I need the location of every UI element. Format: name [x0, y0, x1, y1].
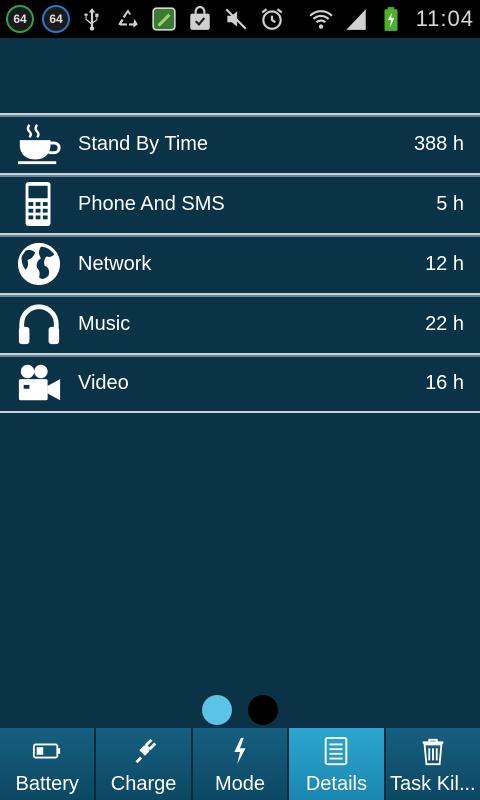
item-label: Network [78, 252, 152, 275]
headphones-icon [16, 301, 62, 347]
clock-time: 11:04 [415, 6, 474, 31]
notification-icons: 64 64 [6, 5, 286, 33]
tab-charge[interactable]: Charge [96, 728, 193, 800]
shopping-bag-icon [186, 5, 214, 33]
status-bar: 64 64 11:04 [0, 0, 480, 38]
item-label: Phone And SMS [78, 192, 225, 215]
list-item-video[interactable]: Video 16 h [0, 353, 480, 413]
item-value: 22 h [425, 312, 464, 335]
video-camera-icon [16, 360, 62, 406]
item-value: 16 h [425, 371, 464, 394]
globe-icon [16, 241, 62, 287]
usb-icon [78, 5, 106, 33]
recycle-icon [114, 5, 142, 33]
item-value: 12 h [425, 252, 464, 275]
tab-label: Battery [15, 773, 79, 795]
lightning-icon [223, 734, 257, 768]
tab-mode[interactable]: Mode [192, 728, 290, 800]
coffee-cup-icon [16, 121, 62, 167]
wifi-icon [307, 5, 335, 33]
badge-icon: 64 [42, 5, 70, 33]
tab-task-killer[interactable]: Task Kil... [385, 728, 480, 800]
item-value: 388 h [413, 132, 464, 155]
alarm-icon [258, 5, 286, 33]
list-item-network[interactable]: Network 12 h [0, 233, 480, 293]
trash-icon [416, 734, 450, 768]
bottom-tab-bar: Battery Charge Mode Details Task Kil... [0, 728, 480, 800]
item-label: Music [78, 312, 131, 335]
page-dot-active[interactable] [202, 695, 232, 725]
tab-label: Task Kil... [390, 773, 476, 795]
document-icon [319, 734, 353, 768]
phone-icon [16, 181, 62, 227]
plug-icon [127, 734, 161, 768]
system-icons: 11:04 [307, 5, 474, 33]
battery-charging-icon [377, 5, 405, 33]
list-item-music[interactable]: Music 22 h [0, 293, 480, 353]
tab-details[interactable]: Details [289, 728, 386, 800]
tab-label: Details [305, 773, 367, 795]
battery-icon [30, 734, 64, 768]
list-item-stand-by-time[interactable]: Stand By Time 388 h [0, 113, 480, 173]
item-label: Stand By Time [78, 132, 209, 155]
usage-details-list: Stand By Time 388 h Phone And SMS 5 h Ne… [0, 113, 480, 413]
signal-icon [342, 5, 370, 33]
tab-label: Mode [215, 773, 266, 795]
app-icon [150, 5, 178, 33]
badge-icon: 64 [6, 5, 34, 33]
item-label: Video [78, 371, 129, 394]
mute-icon [222, 5, 250, 33]
tab-battery[interactable]: Battery [0, 728, 97, 800]
page-indicator [0, 695, 480, 725]
item-value: 5 h [436, 192, 464, 215]
page-dot-inactive[interactable] [248, 695, 278, 725]
list-item-phone-and-sms[interactable]: Phone And SMS 5 h [0, 173, 480, 233]
tab-label: Charge [110, 773, 177, 795]
